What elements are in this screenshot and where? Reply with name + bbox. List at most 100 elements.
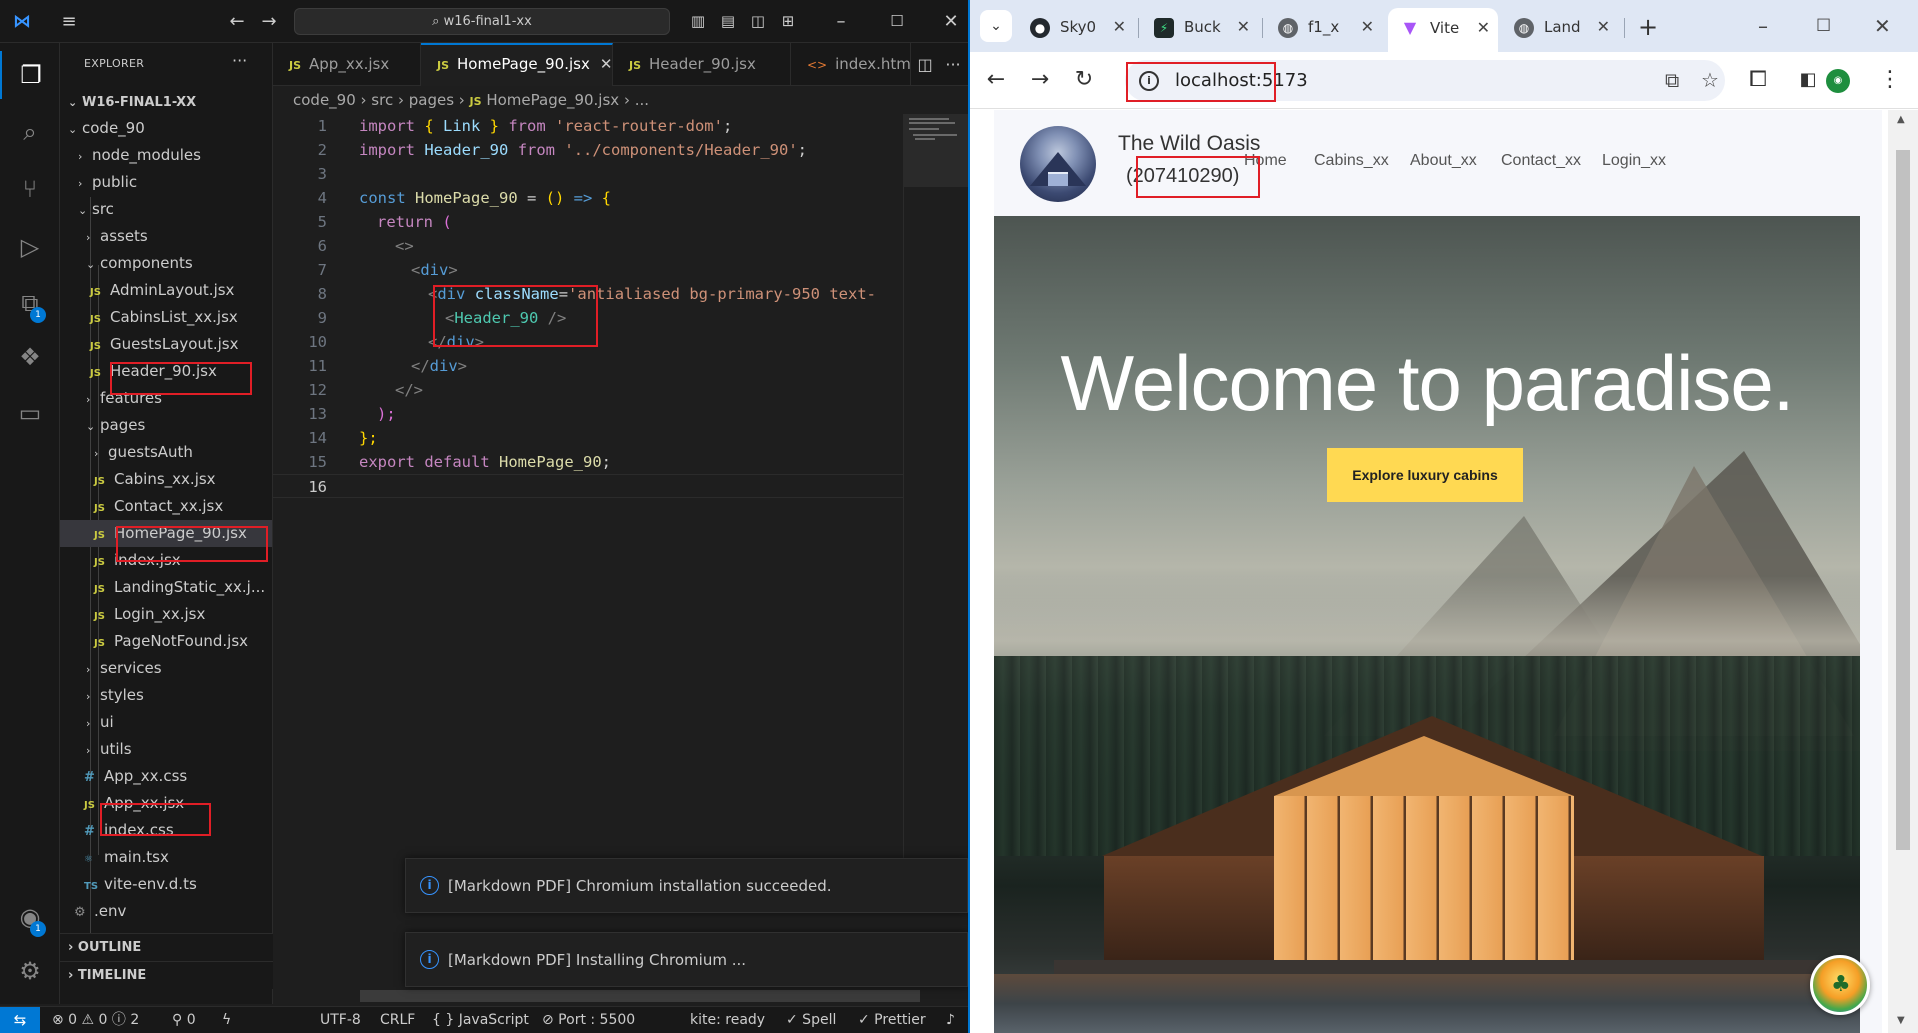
- scrollbar-thumb[interactable]: [1896, 150, 1910, 850]
- close-tab-icon[interactable]: ✕: [600, 55, 612, 73]
- notifications-bell-icon[interactable]: ♪: [946, 1007, 955, 1033]
- minimize-icon[interactable]: –: [1758, 0, 1768, 52]
- tab-homepage-jsx[interactable]: JS HomePage_90.jsx ✕: [421, 43, 613, 86]
- tree-folder[interactable]: › ui: [60, 709, 272, 736]
- tree-folder[interactable]: ⌄ pages: [60, 412, 272, 439]
- live-server-port[interactable]: ⊘ Port : 5500: [542, 1007, 635, 1033]
- translate-icon[interactable]: ⧉: [1665, 60, 1679, 101]
- tree-folder[interactable]: › public: [60, 169, 272, 196]
- tree-folder[interactable]: › node_modules: [60, 142, 272, 169]
- toggle-secondary-sidebar-icon[interactable]: ◫: [746, 0, 770, 43]
- kite-status[interactable]: kite: ready: [690, 1007, 765, 1033]
- tree-file[interactable]: ⚙ .env: [60, 898, 272, 925]
- tab-index-html[interactable]: <> index.htm: [791, 43, 911, 86]
- eol-status[interactable]: CRLF: [380, 1007, 415, 1033]
- timeline-section[interactable]: › TIMELINE: [60, 961, 273, 989]
- tree-file[interactable]: TS vite-env.d.ts: [60, 871, 272, 898]
- customize-layout-icon[interactable]: ⊞: [776, 0, 800, 43]
- workspace-root[interactable]: ⌄ W16-FINAL1-XX: [60, 89, 272, 116]
- tree-file[interactable]: # App_xx.css: [60, 763, 272, 790]
- nav-link-login[interactable]: Login_xx: [1602, 152, 1666, 170]
- forward-arrow-icon[interactable]: →: [256, 0, 282, 43]
- tree-file[interactable]: JS LandingStatic_xx.j...: [60, 574, 272, 601]
- more-actions-icon[interactable]: ···: [232, 51, 247, 70]
- ports-status[interactable]: ⚲ 0: [172, 1007, 196, 1033]
- tree-file[interactable]: JS Cabins_xx.jsx: [60, 466, 272, 493]
- side-panel-icon[interactable]: ◧: [1790, 62, 1826, 98]
- minimize-icon[interactable]: –: [826, 0, 856, 43]
- prettier-status[interactable]: ✓ Prettier: [858, 1007, 926, 1033]
- breadcrumb[interactable]: code_90 › src › pages › JS HomePage_90.j…: [273, 88, 913, 113]
- browser-tab-active[interactable]: ▼ Vite ✕: [1388, 8, 1498, 52]
- accounts-icon[interactable]: ◉ 1: [0, 893, 60, 941]
- more-actions-icon[interactable]: ···: [941, 43, 965, 86]
- back-arrow-icon[interactable]: ←: [978, 62, 1014, 98]
- tree-folder[interactable]: › styles: [60, 682, 272, 709]
- notification-toast[interactable]: i [Markdown PDF] Chromium installation su…: [405, 858, 968, 913]
- tree-folder[interactable]: › services: [60, 655, 272, 682]
- floating-widget-icon[interactable]: ♣: [1810, 955, 1870, 1015]
- tree-folder[interactable]: › utils: [60, 736, 272, 763]
- new-tab-icon[interactable]: +: [1638, 10, 1658, 44]
- horizontal-scrollbar[interactable]: [360, 990, 920, 1002]
- close-tab-icon[interactable]: ✕: [1237, 10, 1250, 44]
- lightning-icon[interactable]: ϟ: [222, 1007, 231, 1033]
- command-center[interactable]: ⌕ w16-final1-xx: [294, 8, 670, 35]
- close-tab-icon[interactable]: ✕: [1113, 10, 1126, 44]
- tree-file[interactable]: JS GuestsLayout.jsx: [60, 331, 272, 358]
- browser-tab[interactable]: ● Sky0 ✕: [1018, 10, 1134, 44]
- tree-file[interactable]: JS AdminLayout.jsx: [60, 277, 272, 304]
- language-status[interactable]: { } JavaScript: [432, 1007, 529, 1033]
- remote-explorer-icon[interactable]: ▭: [0, 389, 60, 437]
- problems-status[interactable]: ⊗ 0 ⚠ 0 ⓘ 2: [52, 1007, 139, 1033]
- tree-folder[interactable]: ⌄ code_90: [60, 115, 272, 142]
- source-control-icon[interactable]: ⑂: [0, 165, 60, 213]
- bookmark-star-icon[interactable]: ☆: [1701, 60, 1719, 101]
- tree-folder[interactable]: › guestsAuth: [60, 439, 272, 466]
- code-editor[interactable]: 1 import { Link } from 'react-router-dom'…: [273, 114, 903, 874]
- minimap[interactable]: [903, 114, 968, 187]
- forward-arrow-icon[interactable]: →: [1022, 62, 1058, 98]
- tree-folder[interactable]: › assets: [60, 223, 272, 250]
- tree-file[interactable]: JS Login_xx.jsx: [60, 601, 272, 628]
- page-scrollbar[interactable]: ▲ ▼: [1888, 110, 1918, 1033]
- encoding-status[interactable]: UTF-8: [320, 1007, 361, 1033]
- maximize-icon[interactable]: ☐: [1816, 0, 1831, 52]
- scroll-up-icon[interactable]: ▲: [1897, 114, 1905, 125]
- tree-folder[interactable]: ⌄ src: [60, 196, 272, 223]
- menu-dots-icon[interactable]: ⋮: [1872, 62, 1908, 98]
- tree-file[interactable]: ⚛ main.tsx: [60, 844, 272, 871]
- tree-file[interactable]: JS PageNotFound.jsx: [60, 628, 272, 655]
- tree-file[interactable]: JS Contact_xx.jsx: [60, 493, 272, 520]
- python-icon[interactable]: ❖: [0, 333, 60, 381]
- browser-tab[interactable]: ⚡ Buck ✕: [1142, 10, 1258, 44]
- run-debug-icon[interactable]: ▷: [0, 223, 60, 271]
- back-arrow-icon[interactable]: ←: [224, 0, 250, 43]
- profile-avatar[interactable]: ◉: [1826, 69, 1850, 93]
- spell-status[interactable]: ✓ Spell: [786, 1007, 836, 1033]
- explorer-icon[interactable]: ❐: [0, 51, 60, 99]
- extensions-icon[interactable]: ⧉ 1: [0, 279, 60, 327]
- tab-header-jsx[interactable]: JS Header_90.jsx: [613, 43, 791, 86]
- remote-indicator-icon[interactable]: ⇆: [0, 1007, 40, 1033]
- close-tab-icon[interactable]: ✕: [1477, 8, 1490, 48]
- settings-gear-icon[interactable]: ⚙: [0, 947, 60, 995]
- close-icon[interactable]: ✕: [936, 0, 966, 43]
- outline-section[interactable]: › OUTLINE: [60, 933, 273, 961]
- nav-link-contact[interactable]: Contact_xx: [1501, 152, 1581, 170]
- nav-link-cabins[interactable]: Cabins_xx: [1314, 152, 1389, 170]
- close-tab-icon[interactable]: ✕: [1361, 10, 1374, 44]
- search-icon[interactable]: ⌕: [0, 108, 60, 156]
- nav-link-about[interactable]: About_xx: [1410, 152, 1477, 170]
- toggle-panel-icon[interactable]: ▤: [716, 0, 740, 43]
- explore-cabins-button[interactable]: Explore luxury cabins: [1327, 448, 1523, 502]
- browser-tab[interactable]: ◍ f1_x ✕: [1266, 10, 1382, 44]
- close-tab-icon[interactable]: ✕: [1597, 10, 1610, 44]
- tab-search-dropdown-icon[interactable]: ⌄: [980, 10, 1012, 42]
- split-editor-icon[interactable]: ◫: [913, 43, 937, 86]
- extensions-puzzle-icon[interactable]: ⧠: [1740, 62, 1776, 98]
- maximize-icon[interactable]: ☐: [882, 0, 912, 43]
- reload-icon[interactable]: ↻: [1066, 62, 1102, 98]
- browser-tab[interactable]: ◍ Land ✕: [1502, 10, 1618, 44]
- tree-folder[interactable]: ⌄ components: [60, 250, 272, 277]
